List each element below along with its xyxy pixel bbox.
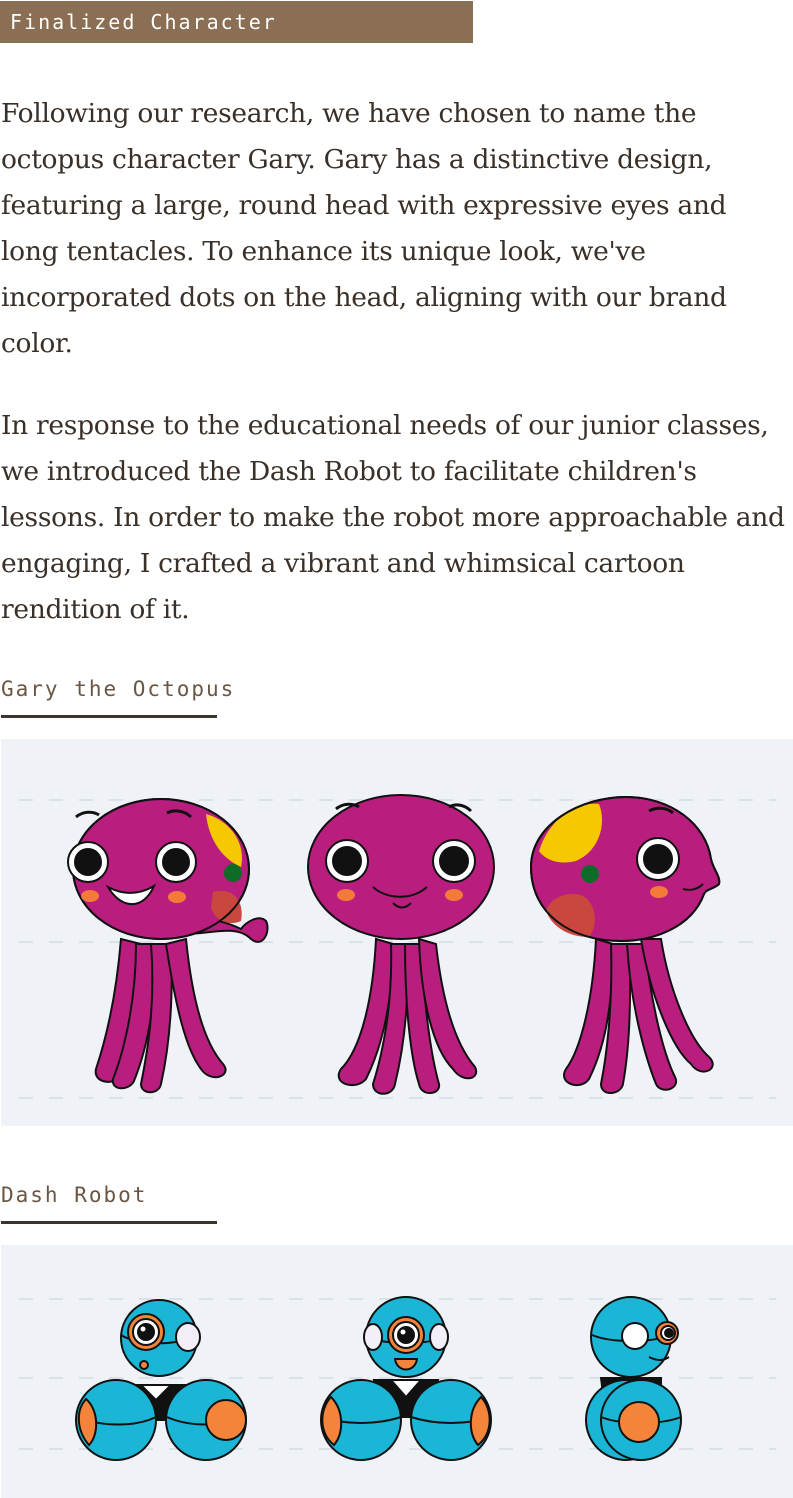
dash-front-view — [320, 1296, 492, 1461]
gary-side-view — [529, 795, 721, 1094]
dash-side-view — [585, 1296, 682, 1461]
gary-three-quarter-view — [67, 798, 269, 1094]
section-tag: Finalized Character — [0, 1, 473, 43]
dash-three-quarter-view — [75, 1299, 247, 1461]
robot-paragraph: In response to the educational needs of … — [1, 410, 785, 625]
gary-illustration-panel — [1, 739, 793, 1126]
intro-paragraph: Following our research, we have chosen t… — [1, 98, 727, 359]
gary-illustration — [19, 794, 776, 1099]
dash-heading: Dash Robot — [1, 1183, 148, 1207]
gary-front-view — [307, 794, 495, 1095]
gary-heading: Gary the Octopus — [1, 677, 236, 701]
gary-heading-underline — [1, 715, 217, 718]
dash-illustration — [19, 1296, 776, 1461]
dash-heading-underline — [1, 1221, 217, 1224]
dash-illustration-panel — [1, 1245, 793, 1498]
